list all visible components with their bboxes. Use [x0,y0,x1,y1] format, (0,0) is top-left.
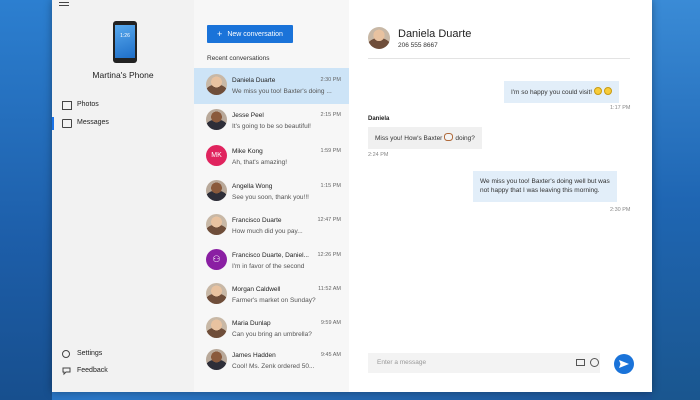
conversation-item[interactable]: Angella Wong 1:15 PM See you soon, thank… [194,174,349,210]
conversation-name: Mike Kong [232,148,263,155]
conversation-preview: We miss you too! Baxter's doing ... [232,88,332,95]
contact-number: 206 555 8667 [398,42,438,49]
desktop-background-left [0,0,52,400]
image-icon[interactable] [576,359,585,366]
message-time: 1:17 PM [610,105,631,111]
chat-pane: Daniela Duarte 206 555 8667 I'm so happy… [349,0,652,392]
nav-item-photos[interactable]: Photos [52,97,194,115]
group-avatar-icon: ⚇ [206,249,227,270]
avatar [206,214,227,235]
app-window: 1:26 Martina's Phone Photos Messages Set… [52,0,652,392]
dog-emoji-icon [444,133,454,141]
message-time: 2:24 PM [368,152,389,158]
conversation-preview: Cool! Ms. Zenk ordered 50... [232,363,315,370]
conversation-time: 12:47 PM [317,217,341,223]
conversation-name: Jesse Peel [232,112,264,119]
conversation-preview: It's going to be so beautiful! [232,123,311,130]
message-icon [62,119,72,128]
sent-message: I'm so happy you could visit! [504,81,620,104]
conversation-name: Morgan Caldwell [232,286,281,293]
conversation-list-pane: + New conversation Recent conversations … [194,0,350,392]
message-text: I'm so happy you could visit! [511,89,593,96]
send-button[interactable] [614,354,634,374]
message-text: Miss you! How's Baxter [375,135,443,142]
nav-item-label: Feedback [77,367,108,374]
message-text: not happy that I was leaving this mornin… [480,187,600,195]
contact-avatar [368,27,390,49]
avatar [206,349,227,370]
message-placeholder: Enter a message [377,359,427,366]
conversation-item[interactable]: Morgan Caldwell 11:52 AM Farmer's market… [194,277,349,313]
phone-icon: 1:26 [113,21,137,63]
conversation-time: 9:59 AM [320,320,341,326]
gear-icon [62,350,70,358]
conversation-item[interactable]: Jesse Peel 2:15 PM It's going to be so b… [194,103,349,139]
header-divider [368,58,630,59]
avatar [206,317,227,338]
avatar: MK [206,145,227,166]
conversation-preview: Ah, that's amazing! [232,159,288,166]
photo-icon [62,101,72,110]
conversation-item[interactable]: Maria Dunlap 9:59 AM Can you bring an um… [194,311,349,347]
conversation-preview: Can you bring an umbrella? [232,331,312,338]
nav-item-label: Messages [77,119,109,126]
conversation-time: 2:30 PM [320,77,341,83]
avatar [206,74,227,95]
conversation-preview: See you soon, thank you!!! [232,194,309,201]
conversation-preview: Farmer's market on Sunday? [232,297,316,304]
conversation-time: 11:52 AM [318,286,341,292]
nav-item-feedback[interactable]: Feedback [52,363,194,381]
conversation-item[interactable]: Francisco Duarte 12:47 PM How much did y… [194,208,349,244]
conversation-name: Maria Dunlap [232,320,271,327]
recent-conversations-heading: Recent conversations [207,55,270,62]
avatar [206,283,227,304]
plus-icon: + [217,29,223,39]
send-icon [619,360,629,368]
hamburger-menu-icon[interactable] [59,2,69,8]
conversation-time: 1:59 PM [320,148,341,154]
conversation-time: 1:15 PM [320,183,341,189]
conversation-item[interactable]: Daniela Duarte 2:30 PM We miss you too! … [194,68,349,104]
conversation-name: Daniela Duarte [232,77,276,84]
conversation-time: 12:26 PM [317,252,341,258]
message-text: doing? [455,135,475,142]
contact-name: Daniela Duarte [398,28,472,40]
avatar [206,180,227,201]
new-conversation-button[interactable]: + New conversation [207,25,293,43]
conversation-name: Francisco Duarte [232,217,282,224]
received-message: Miss you! How's Baxter doing? [368,127,482,150]
conversation-item[interactable]: MK Mike Kong 1:59 PM Ah, that's amazing! [194,139,349,175]
emoji-icon[interactable] [590,358,599,367]
desktop-background-right [652,0,700,400]
new-conversation-label: New conversation [227,30,283,38]
conversation-item[interactable]: ⚇ Francisco Duarte, Daniel... 12:26 PM I… [194,243,349,279]
conversation-name: James Hadden [232,352,276,359]
message-text: We miss you too! Baxter's doing well but… [480,178,610,185]
message-input[interactable]: Enter a message [368,353,600,373]
navigation-pane: 1:26 Martina's Phone Photos Messages Set… [52,0,194,392]
feedback-icon [62,367,72,376]
message-time: 2:30 PM [610,207,631,213]
conversation-preview: How much did you pay... [232,228,303,235]
conversation-time: 9:45 AM [320,352,341,358]
conversation-name: Angella Wong [232,183,273,190]
message-sender: Daniela [368,116,390,122]
nav-item-settings[interactable]: Settings [52,346,194,364]
phone-clock: 1:26 [120,33,130,39]
conversation-time: 2:15 PM [320,112,341,118]
phone-name: Martina's Phone [92,70,154,80]
conversation-name: Francisco Duarte, Daniel... [232,252,309,259]
smile-emoji-icon [594,87,603,95]
conversation-preview: I'm in favor of the second [232,263,305,270]
sent-message: We miss you too! Baxter's doing well but… [473,171,617,202]
nav-item-label: Photos [77,101,99,108]
avatar [206,109,227,130]
smile-emoji-icon [604,87,613,95]
conversation-item[interactable]: James Hadden 9:45 AM Cool! Ms. Zenk orde… [194,343,349,379]
nav-item-label: Settings [77,350,103,357]
nav-item-messages[interactable]: Messages [52,115,194,133]
